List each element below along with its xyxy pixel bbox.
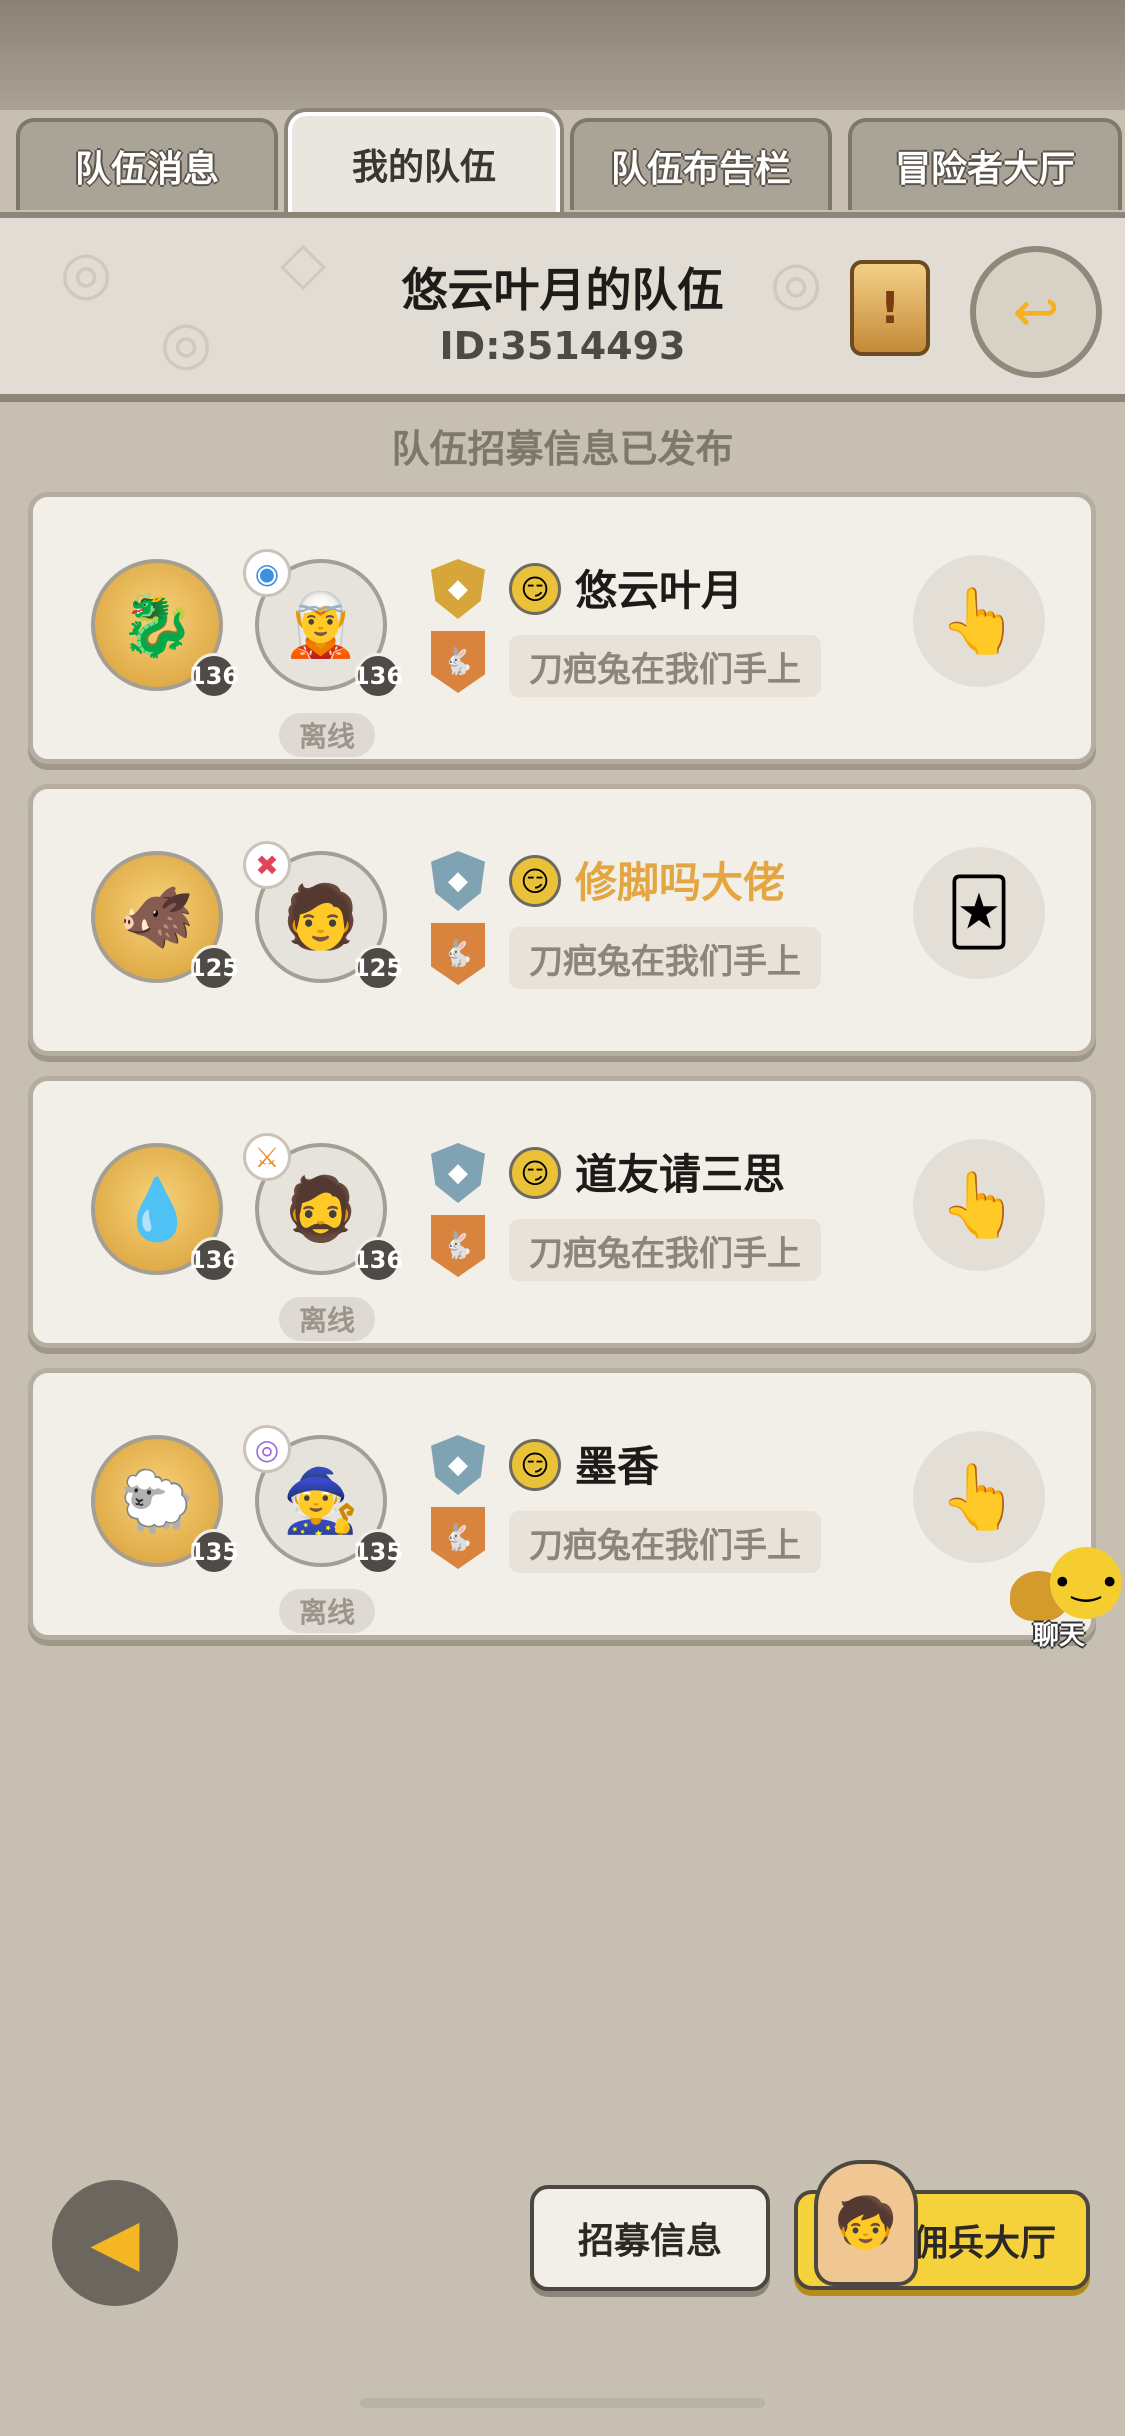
class-badge-icon: ◉ — [243, 549, 291, 597]
back-button[interactable]: ◀ — [52, 2180, 178, 2306]
class-badge-icon: ⚔ — [243, 1133, 291, 1181]
member-name: 道友请三思 — [575, 1150, 786, 1199]
tab-team-bulletin[interactable]: 队伍布告栏 — [570, 118, 832, 210]
caveman-character-icon: 🧒 — [814, 2160, 918, 2286]
chat-button[interactable]: •‿• 聊天 — [1005, 1545, 1125, 1655]
exit-arrow-icon: ↩ — [1012, 279, 1060, 345]
rank-shield-icon: ◆ — [431, 1143, 485, 1203]
boss-bunny-icon: 🐇 — [431, 1507, 485, 1569]
member-card: 🐉 136 🧝 ◉ 136 离线 ◆ 😏 悠云叶月 🐇 刀疤兔在我们手上 👆 — [28, 492, 1096, 764]
boss-bunny-icon: 🐇 — [431, 1215, 485, 1277]
offline-badge: 离线 — [279, 713, 375, 757]
pet-level-badge: 125 — [189, 945, 239, 991]
pet-level-badge: 135 — [189, 1529, 239, 1575]
emote-face-icon: 😏 — [509, 563, 561, 615]
like-button[interactable]: 👆 — [913, 1431, 1045, 1563]
emote-face-icon: 😏 — [509, 855, 561, 907]
member-card: 💧 136 🧔 ⚔ 136 离线 ◆ 😏 道友请三思 🐇 刀疤兔在我们手上 👆 — [28, 1076, 1096, 1348]
tab-team-messages[interactable]: 队伍消息 — [16, 118, 278, 210]
class-badge-icon: ✖ — [243, 841, 291, 889]
hero-portrait-icon: 🧑 — [282, 880, 360, 953]
like-button[interactable]: 👆 — [913, 1139, 1045, 1271]
tab-my-team[interactable]: 我的队伍 — [288, 112, 560, 212]
offline-badge: 离线 — [279, 1297, 375, 1341]
pet-level-badge: 136 — [189, 1237, 239, 1283]
member-name: 墨香 — [575, 1442, 660, 1491]
offline-badge: 离线 — [279, 1589, 375, 1633]
boss-status: 刀疤兔在我们手上 — [509, 635, 821, 697]
tab-bar: 队伍消息 我的队伍 队伍布告栏 冒险者大厅 — [0, 112, 1125, 212]
team-header: ◎ ◎ ◇ ◎ 悠云叶月的队伍 ID:3514493 ! ↩ — [0, 212, 1125, 402]
boss-status: 刀疤兔在我们手上 — [509, 1511, 821, 1573]
emote-face-icon: 😏 — [509, 1439, 561, 1491]
pet-level-badge: 136 — [189, 653, 239, 699]
notice-scroll-icon[interactable]: ! — [850, 260, 930, 356]
boss-status: 刀疤兔在我们手上 — [509, 1219, 821, 1281]
team-id: ID:3514493 — [439, 324, 686, 368]
hero-portrait-icon: 🧔 — [282, 1172, 360, 1245]
member-card: 🐗 125 🧑 ✖ 125 ◆ 😏 修脚吗大佬 🐇 刀疤兔在我们手上 🃏 — [28, 784, 1096, 1056]
dragon-pet-icon: 🐉 — [119, 590, 195, 661]
hand-star-icon: 👆 — [939, 584, 1019, 659]
beast-pet-icon: 🐗 — [119, 882, 195, 953]
like-button[interactable]: 👆 — [913, 555, 1045, 687]
card-hand-icon: 🃏 — [946, 876, 1012, 950]
mercenary-hall-label: 佣兵大厅 — [911, 2223, 1056, 2264]
recruit-status-text: 队伍招募信息已发布 — [391, 427, 734, 471]
boss-status: 刀疤兔在我们手上 — [509, 927, 821, 989]
class-badge-icon: ◎ — [243, 1425, 291, 1473]
rank-shield-icon: ◆ — [431, 559, 485, 619]
emote-face-icon: 😏 — [509, 1147, 561, 1199]
member-name: 悠云叶月 — [575, 566, 744, 615]
hero-level-badge: 125 — [353, 945, 403, 991]
tab-adventurer-hall[interactable]: 冒险者大厅 — [848, 118, 1122, 210]
rank-shield-icon: ◆ — [431, 1435, 485, 1495]
hero-level-badge: 136 — [353, 1237, 403, 1283]
back-arrow-icon: ◀ — [90, 2206, 140, 2280]
card-tap-button[interactable]: 🃏 — [913, 847, 1045, 979]
status-area — [0, 0, 1125, 110]
rank-shield-icon: ◆ — [431, 851, 485, 911]
hero-portrait-icon: 🧝 — [282, 588, 360, 661]
boss-bunny-icon: 🐇 — [431, 923, 485, 985]
hero-level-badge: 135 — [353, 1529, 403, 1575]
recruit-info-button[interactable]: 招募信息 — [530, 2185, 770, 2291]
chat-label: 聊天 — [1033, 1621, 1086, 1651]
home-indicator[interactable] — [360, 2398, 765, 2408]
team-title: 悠云叶月的队伍 — [401, 263, 724, 317]
leave-team-button[interactable]: ↩ — [970, 246, 1102, 378]
boss-bunny-icon: 🐇 — [431, 631, 485, 693]
hero-level-badge: 136 — [353, 653, 403, 699]
member-name: 修脚吗大佬 — [575, 858, 786, 907]
hand-star-icon: 👆 — [939, 1460, 1019, 1535]
blue-blob-pet-icon: 💧 — [119, 1174, 195, 1245]
hero-portrait-icon: 🧙 — [282, 1464, 360, 1537]
white-creature-pet-icon: 🐑 — [119, 1466, 195, 1537]
hand-star-icon: 👆 — [939, 1168, 1019, 1243]
chat-bubble-face-icon: •‿• — [1050, 1547, 1122, 1619]
member-card: 🐑 135 🧙 ◎ 135 离线 ◆ 😏 墨香 🐇 刀疤兔在我们手上 👆 — [28, 1368, 1096, 1640]
